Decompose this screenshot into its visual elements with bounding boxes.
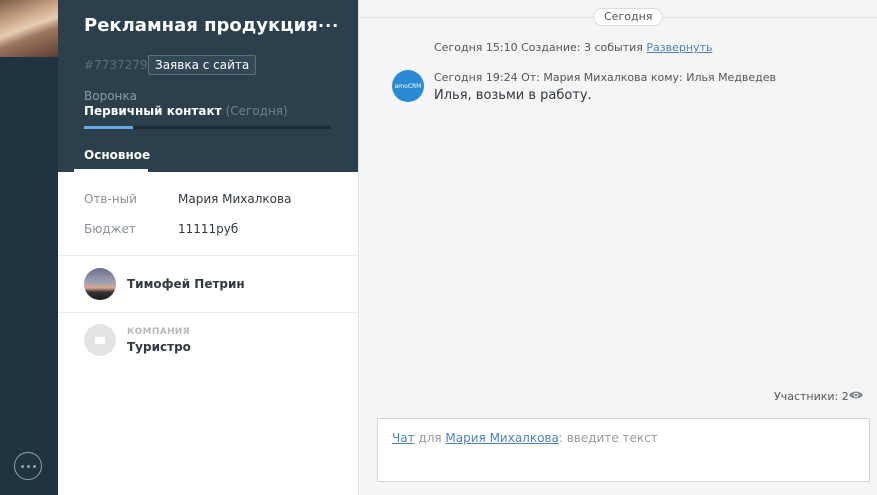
chat-bubble-icon[interactable]: [14, 452, 42, 480]
more-icon[interactable]: ···: [318, 16, 339, 35]
field-budget[interactable]: Бюджет 11111руб: [84, 222, 238, 236]
source-tag[interactable]: Заявка с сайта: [148, 55, 257, 75]
system-note: Сегодня 15:10 Создание: 3 события Развер…: [434, 41, 712, 54]
field-responsible[interactable]: Отв-ный Мария Михалкова: [84, 192, 291, 206]
contact-avatar[interactable]: [84, 268, 116, 300]
field-value: Мария Михалкова: [178, 192, 292, 206]
field-label: Бюджет: [84, 222, 136, 236]
chat-recipient-link[interactable]: Мария Михалкова: [445, 431, 558, 445]
chat-placeholder: введите текст: [562, 431, 658, 445]
company-name[interactable]: Туристро: [127, 340, 191, 354]
tab-main[interactable]: Основное: [84, 148, 150, 162]
lead-title[interactable]: Рекламная продукция: [84, 15, 318, 36]
stage-date: (Сегодня): [225, 104, 288, 118]
eye-icon[interactable]: [848, 389, 864, 401]
user-avatar[interactable]: [0, 0, 58, 57]
pipeline-label: Воронка: [84, 89, 137, 103]
chat-for-text: для: [414, 431, 446, 445]
divider: [58, 255, 358, 256]
building-icon[interactable]: [84, 324, 116, 356]
chat-composer[interactable]: Чат для Мария Михалкова: введите текст: [377, 418, 870, 482]
stage-progress: [84, 126, 331, 129]
feed-panel: Сегодня Сегодня 15:10 Создание: 3 событи…: [358, 0, 877, 495]
expand-link[interactable]: Развернуть: [646, 41, 712, 54]
field-value: 11111руб: [178, 222, 239, 236]
message-text: Илья, возьми в работу.: [434, 88, 592, 103]
lead-id: #7737279: [84, 58, 148, 72]
chat-input[interactable]: Чат для Мария Михалкова: введите текст: [392, 431, 658, 445]
chat-mode-link[interactable]: Чат: [392, 431, 415, 445]
contact-name[interactable]: Тимофей Петрин: [127, 277, 245, 291]
field-label: Отв-ный: [84, 192, 137, 206]
stage-name: Первичный контакт: [84, 104, 222, 118]
divider: [58, 312, 358, 313]
lead-card: Рекламная продукция ··· #7737279 Заявка …: [58, 0, 358, 495]
message-meta: Сегодня 19:24 От: Мария Михалкова кому: …: [434, 71, 777, 84]
tab-main-underline: [74, 169, 148, 172]
day-label: Сегодня: [593, 8, 664, 26]
company-caption: КОМПАНИЯ: [127, 327, 190, 337]
lead-card-header: Рекламная продукция ··· #7737279 Заявка …: [58, 0, 358, 172]
left-rail: [0, 0, 58, 495]
stage-selector[interactable]: Первичный контакт (Сегодня): [84, 104, 288, 118]
system-note-text: Сегодня 15:10 Создание: 3 события: [434, 41, 647, 54]
participants-count[interactable]: Участники: 2: [774, 390, 849, 403]
stage-progress-fill: [84, 126, 134, 129]
message-avatar: amoCRM: [392, 70, 424, 102]
